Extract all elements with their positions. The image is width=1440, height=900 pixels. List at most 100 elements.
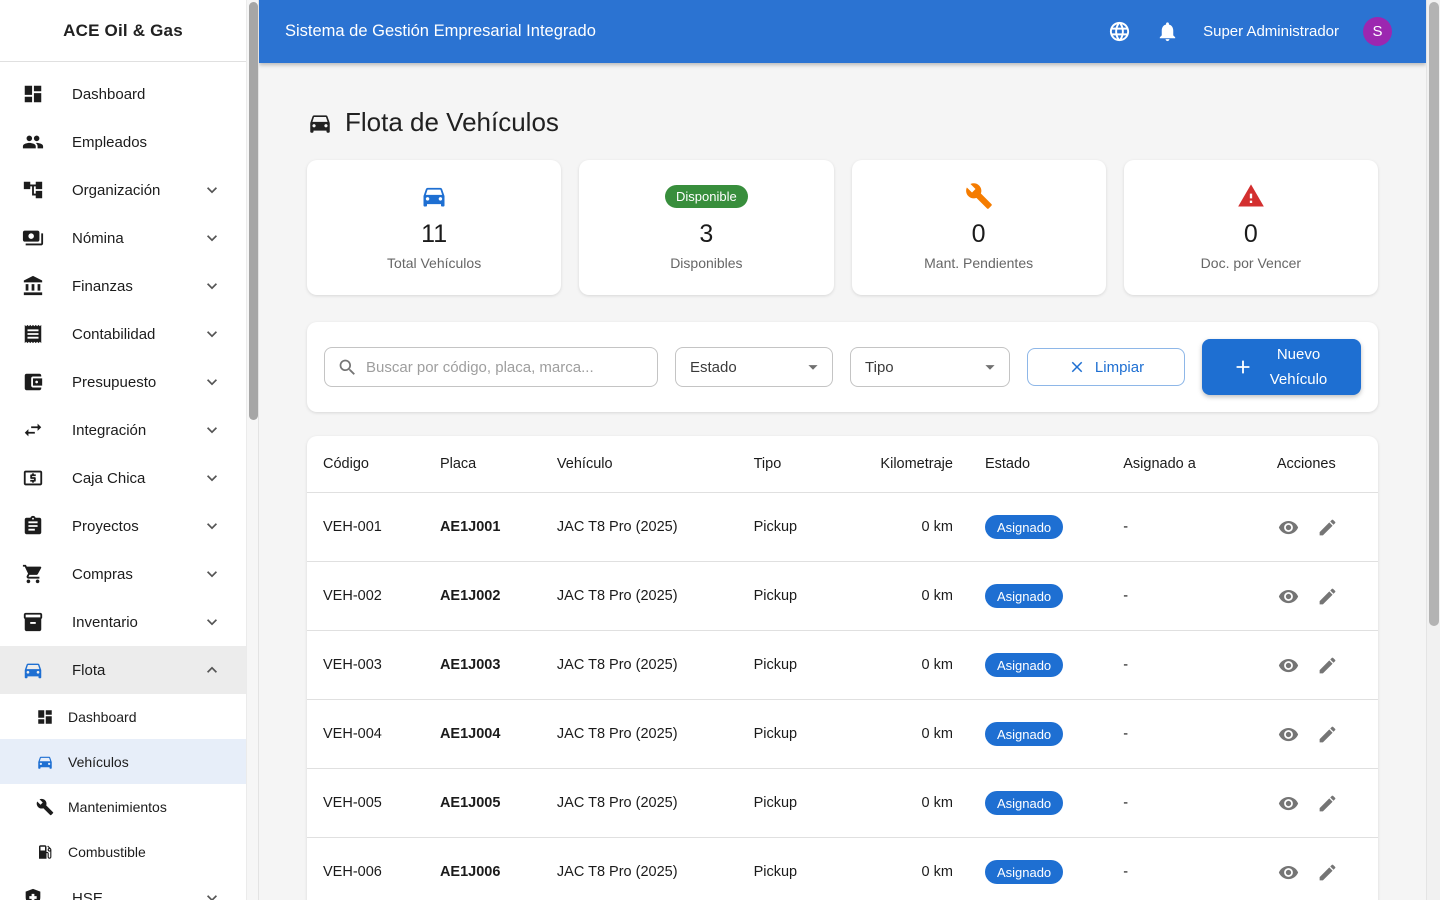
cash-box-icon bbox=[21, 466, 45, 490]
sidebar-item-finanzas[interactable]: Finanzas bbox=[0, 262, 246, 310]
search-box[interactable] bbox=[324, 347, 658, 387]
sidebar-item-empleados[interactable]: Empleados bbox=[0, 118, 246, 166]
bell-icon[interactable] bbox=[1155, 20, 1179, 44]
fuel-icon bbox=[36, 843, 54, 861]
wallet-icon bbox=[21, 370, 45, 394]
stat-value: 3 bbox=[595, 220, 817, 249]
car-icon bbox=[323, 180, 545, 212]
estado-select[interactable]: Estado bbox=[675, 347, 833, 387]
cell-tipo: Pickup bbox=[738, 700, 865, 769]
edit-button[interactable] bbox=[1316, 722, 1340, 746]
view-button[interactable] bbox=[1277, 791, 1301, 815]
column-header-vehiculo: Vehículo bbox=[541, 436, 738, 493]
sidebar-item-label: Presupuesto bbox=[72, 374, 202, 391]
avatar[interactable]: S bbox=[1363, 17, 1392, 46]
sidebar-scrollbar-thumb[interactable] bbox=[249, 2, 258, 420]
swap-icon bbox=[21, 418, 45, 442]
dashboard-icon bbox=[21, 82, 45, 106]
page-scrollbar[interactable] bbox=[1426, 0, 1440, 900]
car-icon bbox=[21, 658, 45, 682]
sidebar-item-proyectos[interactable]: Proyectos bbox=[0, 502, 246, 550]
sidebar-item-label: Proyectos bbox=[72, 518, 202, 535]
edit-button[interactable] bbox=[1316, 584, 1340, 608]
plus-icon bbox=[1232, 356, 1254, 378]
chevron-up-icon bbox=[202, 660, 222, 680]
sidebar-subitem-dashboard[interactable]: Dashboard bbox=[0, 694, 246, 739]
eye-icon bbox=[1278, 655, 1299, 676]
chevron-down-icon bbox=[202, 180, 222, 200]
cell-placa: AE1J001 bbox=[424, 493, 541, 562]
cell-tipo: Pickup bbox=[738, 631, 865, 700]
sidebar-item-label: Organización bbox=[72, 182, 202, 199]
sidebar-item-hse[interactable]: HSE bbox=[0, 874, 246, 900]
sidebar-item-label: HSE bbox=[72, 890, 202, 900]
stats-row: 11Total VehículosDisponible3Disponibles0… bbox=[307, 160, 1378, 295]
chevron-down-icon bbox=[202, 372, 222, 392]
sidebar-item-nomina[interactable]: Nómina bbox=[0, 214, 246, 262]
topbar-right: Super Administrador S bbox=[1107, 17, 1392, 46]
view-button[interactable] bbox=[1277, 722, 1301, 746]
sidebar-item-caja-chica[interactable]: Caja Chica bbox=[0, 454, 246, 502]
search-input[interactable] bbox=[366, 359, 645, 376]
sidebar-item-flota[interactable]: Flota bbox=[0, 646, 246, 694]
cell-tipo: Pickup bbox=[738, 562, 865, 631]
chevron-down-icon bbox=[979, 356, 1001, 378]
cell-tipo: Pickup bbox=[738, 838, 865, 900]
stat-card-doc-por-vencer: 0Doc. por Vencer bbox=[1124, 160, 1378, 295]
topbar: Sistema de Gestión Empresarial Integrado… bbox=[259, 0, 1426, 63]
sidebar-item-inventario[interactable]: Inventario bbox=[0, 598, 246, 646]
cell-acciones bbox=[1261, 562, 1378, 631]
view-button[interactable] bbox=[1277, 515, 1301, 539]
table-row: VEH-003AE1J003JAC T8 Pro (2025)Pickup0 k… bbox=[307, 631, 1378, 700]
edit-button[interactable] bbox=[1316, 791, 1340, 815]
sidebar-scrollbar[interactable] bbox=[246, 0, 259, 900]
cell-acciones bbox=[1261, 838, 1378, 900]
sidebar-subitem-label: Dashboard bbox=[68, 709, 137, 725]
sidebar-subitem-label: Vehículos bbox=[68, 754, 129, 770]
cell-codigo: VEH-005 bbox=[307, 769, 424, 838]
view-button[interactable] bbox=[1277, 653, 1301, 677]
stat-label: Mant. Pendientes bbox=[868, 255, 1090, 271]
edit-button[interactable] bbox=[1316, 860, 1340, 884]
sidebar-item-label: Dashboard bbox=[72, 86, 222, 103]
limpiar-button[interactable]: Limpiar bbox=[1027, 348, 1185, 386]
sidebar-item-organizacion[interactable]: Organización bbox=[0, 166, 246, 214]
chevron-down-icon bbox=[202, 228, 222, 248]
page-scrollbar-thumb[interactable] bbox=[1429, 2, 1439, 626]
sidebar-item-label: Flota bbox=[72, 662, 202, 679]
column-header-acciones: Acciones bbox=[1261, 436, 1378, 493]
column-header-kilometraje: Kilometraje bbox=[864, 436, 969, 493]
filter-bar: Estado Tipo Limpiar Nuevo Vehículo bbox=[307, 322, 1378, 412]
sidebar-item-presupuesto[interactable]: Presupuesto bbox=[0, 358, 246, 406]
sidebar-subitem-vehiculos[interactable]: Vehículos bbox=[0, 739, 246, 784]
sidebar-item-compras[interactable]: Compras bbox=[0, 550, 246, 598]
nuevo-vehiculo-button[interactable]: Nuevo Vehículo bbox=[1202, 339, 1361, 395]
tipo-select[interactable]: Tipo bbox=[850, 347, 1010, 387]
cell-kilometraje: 0 km bbox=[864, 838, 969, 900]
globe-icon[interactable] bbox=[1107, 20, 1131, 44]
sidebar-item-dashboard[interactable]: Dashboard bbox=[0, 70, 246, 118]
sidebar: ACE Oil & Gas DashboardEmpleadosOrganiza… bbox=[0, 0, 246, 900]
table-row: VEH-006AE1J006JAC T8 Pro (2025)Pickup0 k… bbox=[307, 838, 1378, 900]
warning-icon bbox=[1140, 180, 1362, 212]
cell-tipo: Pickup bbox=[738, 769, 865, 838]
cell-estado: Asignado bbox=[969, 700, 1107, 769]
sidebar-item-label: Nómina bbox=[72, 230, 202, 247]
chevron-down-icon bbox=[202, 612, 222, 632]
sidebar-item-contabilidad[interactable]: Contabilidad bbox=[0, 310, 246, 358]
sidebar-item-integracion[interactable]: Integración bbox=[0, 406, 246, 454]
view-button[interactable] bbox=[1277, 860, 1301, 884]
sidebar-item-label: Finanzas bbox=[72, 278, 202, 295]
sidebar-subitem-combustible[interactable]: Combustible bbox=[0, 829, 246, 874]
edit-button[interactable] bbox=[1316, 653, 1340, 677]
sidebar-item-label: Compras bbox=[72, 566, 202, 583]
sidebar-subitem-mantenimientos[interactable]: Mantenimientos bbox=[0, 784, 246, 829]
view-button[interactable] bbox=[1277, 584, 1301, 608]
edit-button[interactable] bbox=[1316, 515, 1340, 539]
chevron-down-icon bbox=[202, 516, 222, 536]
car-icon bbox=[307, 110, 333, 136]
pencil-icon bbox=[1317, 724, 1338, 745]
pencil-icon bbox=[1317, 655, 1338, 676]
cell-placa: AE1J006 bbox=[424, 838, 541, 900]
sidebar-subitem-label: Combustible bbox=[68, 844, 146, 860]
